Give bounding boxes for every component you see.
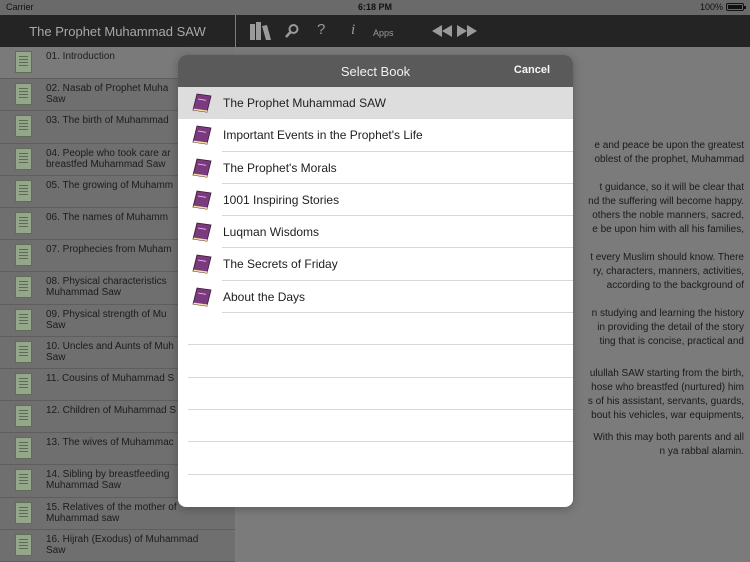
article-paragraph: e and peace be upon the greatest oblest … <box>594 140 744 165</box>
document-icon <box>15 211 32 234</box>
article-paragraph: n studying and learning the history in p… <box>591 308 744 347</box>
cancel-button[interactable]: Cancel <box>514 64 550 76</box>
book-title: About the Days <box>223 289 306 304</box>
search-icon[interactable] <box>284 23 300 39</box>
library-icon[interactable] <box>248 20 274 42</box>
empty-row <box>178 378 573 411</box>
battery-percent: 100% <box>699 2 723 12</box>
book-list: The Prophet Muhammad SAW Important Events… <box>178 87 573 475</box>
clock: 6:18 PM <box>357 2 392 12</box>
status-bar: Carrier 6:18 PM 100% <box>0 0 750 15</box>
document-icon <box>15 437 32 460</box>
book-icon <box>192 125 212 145</box>
empty-row <box>178 410 573 443</box>
document-icon <box>15 276 32 299</box>
document-icon <box>15 244 32 267</box>
book-item[interactable]: Important Events in the Prophet's Life <box>178 119 573 152</box>
book-title: Important Events in the Prophet's Life <box>223 128 423 143</box>
book-item[interactable]: Luqman Wisdoms <box>178 216 573 249</box>
article-paragraph: ulullah SAW starting from the birth, hos… <box>587 368 744 421</box>
book-icon <box>192 93 212 113</box>
document-icon <box>15 372 32 395</box>
empty-row <box>178 313 573 346</box>
apps-button[interactable]: Apps <box>373 24 394 42</box>
article-paragraph: With this may both parents and all n ya … <box>593 432 744 457</box>
article-paragraph: t guidance, so it will be clear that nd … <box>588 182 744 235</box>
book-item[interactable]: The Secrets of Friday <box>178 248 573 282</box>
document-icon <box>15 340 32 363</box>
document-icon <box>15 179 32 202</box>
document-icon <box>15 115 32 138</box>
book-icon <box>192 222 212 242</box>
book-title: The Prophet Muhammad SAW <box>223 96 386 110</box>
book-icon <box>192 190 212 210</box>
book-item[interactable]: The Prophet's Morals <box>178 152 573 185</box>
select-book-dialog: Select Book Cancel The Prophet Muhammad … <box>178 55 573 507</box>
document-icon <box>15 51 32 73</box>
help-icon[interactable]: ? <box>317 21 325 39</box>
battery-indicator: 100% <box>699 2 746 12</box>
book-title: Luqman Wisdoms <box>223 225 320 240</box>
book-item[interactable]: About the Days <box>178 281 573 314</box>
article-paragraph: t every Muslim should know. There ry, ch… <box>590 252 744 291</box>
battery-icon <box>726 3 746 11</box>
fast-forward-icon[interactable] <box>457 25 477 37</box>
document-icon <box>15 147 32 170</box>
chapter-label: 16. Hijrah (Exodus) of Muhammad Saw <box>46 533 199 556</box>
dialog-header: Select Book Cancel <box>178 55 573 87</box>
book-item[interactable]: The Prophet Muhammad SAW <box>178 87 573 120</box>
sidebar-title: The Prophet Muhammad SAW <box>29 23 206 39</box>
book-title: The Prophet's Morals <box>223 160 337 175</box>
book-title: 1001 Inspiring Stories <box>223 192 340 207</box>
empty-row <box>178 442 573 475</box>
info-icon[interactable]: i <box>351 21 355 39</box>
book-icon <box>192 255 212 274</box>
sidebar-title-bar: The Prophet Muhammad SAW <box>0 15 235 47</box>
toolbar: ? i Apps <box>236 15 750 47</box>
document-icon <box>15 533 32 556</box>
document-icon <box>15 83 32 106</box>
book-item[interactable]: 1001 Inspiring Stories <box>178 184 573 217</box>
document-icon <box>15 469 32 492</box>
list-item[interactable]: 16. Hijrah (Exodus) of Muhammad Saw <box>0 530 235 562</box>
rewind-icon[interactable] <box>432 25 452 37</box>
book-icon <box>192 158 212 178</box>
document-icon <box>15 308 32 331</box>
empty-row <box>178 345 573 378</box>
book-icon <box>192 287 212 307</box>
document-icon <box>15 405 32 428</box>
book-title: The Secrets of Friday <box>223 257 338 272</box>
document-icon <box>15 501 32 524</box>
